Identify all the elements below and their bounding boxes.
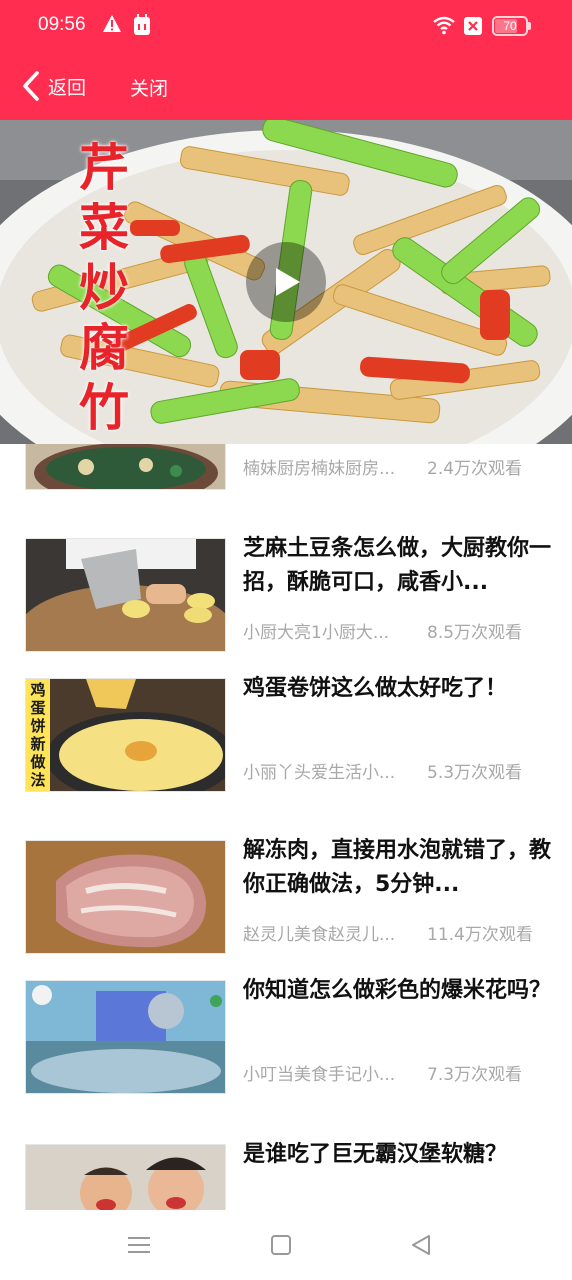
status-bar: 09:56 70: [0, 0, 572, 52]
list-item[interactable]: 楠妹厨房楠妹厨房... 2.4万次观看: [0, 444, 572, 490]
wifi-icon: [433, 16, 455, 35]
list-item[interactable]: 鸡蛋饼新做法 鸡蛋卷饼这么做太好吃了！ 小丽丫头爱生活小... 5.3万次观看: [0, 670, 572, 800]
battery-icon: 70: [492, 16, 528, 36]
item-author: 小厨大亮1小厨大...: [243, 623, 390, 643]
menu-icon[interactable]: [126, 1232, 152, 1258]
chevron-left-icon: [23, 71, 39, 101]
item-author: 小丽丫头爱生活小...: [243, 763, 396, 783]
sim-off-icon: [464, 17, 482, 35]
thumb-caption: 鸡蛋饼新做法: [30, 681, 46, 789]
item-author: 小叮当美食手记小...: [243, 1065, 396, 1085]
back-label: 返回: [48, 76, 87, 99]
item-views: 2.4万次观看: [427, 459, 523, 479]
system-nav-bar: [0, 1210, 572, 1280]
item-title: 是谁吃了巨无霸汉堡软糖？: [243, 1142, 508, 1167]
video-player[interactable]: 芹菜炒腐竹: [0, 120, 572, 444]
item-views: 8.5万次观看: [427, 623, 523, 643]
item-author: 楠妹厨房楠妹厨房...: [243, 459, 396, 479]
item-thumbnail: [25, 1144, 226, 1210]
item-author: 赵灵儿美食赵灵儿...: [243, 925, 396, 945]
item-title: 你知道怎么做彩色的爆米花吗？: [243, 978, 552, 1003]
home-icon[interactable]: [268, 1232, 294, 1258]
video-list: 楠妹厨房楠妹厨房... 2.4万次观看 芝麻土豆条怎么做，大厨教你一招，酥脆可口…: [0, 444, 572, 1210]
item-thumbnail: [25, 538, 226, 652]
list-item[interactable]: 是谁吃了巨无霸汉堡软糖？: [0, 1136, 572, 1210]
item-views: 5.3万次观看: [427, 763, 523, 783]
item-thumbnail: [25, 840, 226, 954]
item-thumbnail: 鸡蛋饼新做法: [25, 678, 226, 792]
list-item[interactable]: 解冻肉，直接用水泡就错了，教你正确做法，5分钟... 赵灵儿美食赵灵儿... 1…: [0, 832, 572, 962]
battery-tip: [528, 22, 531, 30]
back-triangle-icon[interactable]: [408, 1232, 434, 1258]
status-time: 09:56: [38, 14, 86, 35]
android-icon: [134, 14, 150, 35]
item-thumbnail: [25, 444, 226, 490]
close-button[interactable]: 关闭: [130, 74, 168, 101]
back-button[interactable]: 返回: [20, 68, 86, 104]
play-icon: [276, 268, 300, 296]
video-overlay-title: 芹菜炒腐竹: [79, 138, 129, 437]
item-thumbnail: [25, 980, 226, 1094]
list-item[interactable]: 你知道怎么做彩色的爆米花吗？ 小叮当美食手记小... 7.3万次观看: [0, 972, 572, 1102]
item-views: 11.4万次观看: [427, 925, 533, 945]
item-views: 7.3万次观看: [427, 1065, 523, 1085]
battery-text: 70: [503, 19, 517, 33]
play-button[interactable]: [246, 242, 326, 322]
list-item[interactable]: 芝麻土豆条怎么做，大厨教你一招，酥脆可口，咸香小... 小厨大亮1小厨大... …: [0, 530, 572, 660]
item-title: 鸡蛋卷饼这么做太好吃了！: [243, 676, 508, 701]
item-title: 芝麻土豆条怎么做，大厨教你一招，酥脆可口，咸香小...: [243, 536, 552, 595]
item-title: 解冻肉，直接用水泡就错了，教你正确做法，5分钟...: [243, 838, 552, 897]
nav-bar: 返回 关闭: [0, 52, 572, 120]
warning-icon: [103, 15, 121, 32]
